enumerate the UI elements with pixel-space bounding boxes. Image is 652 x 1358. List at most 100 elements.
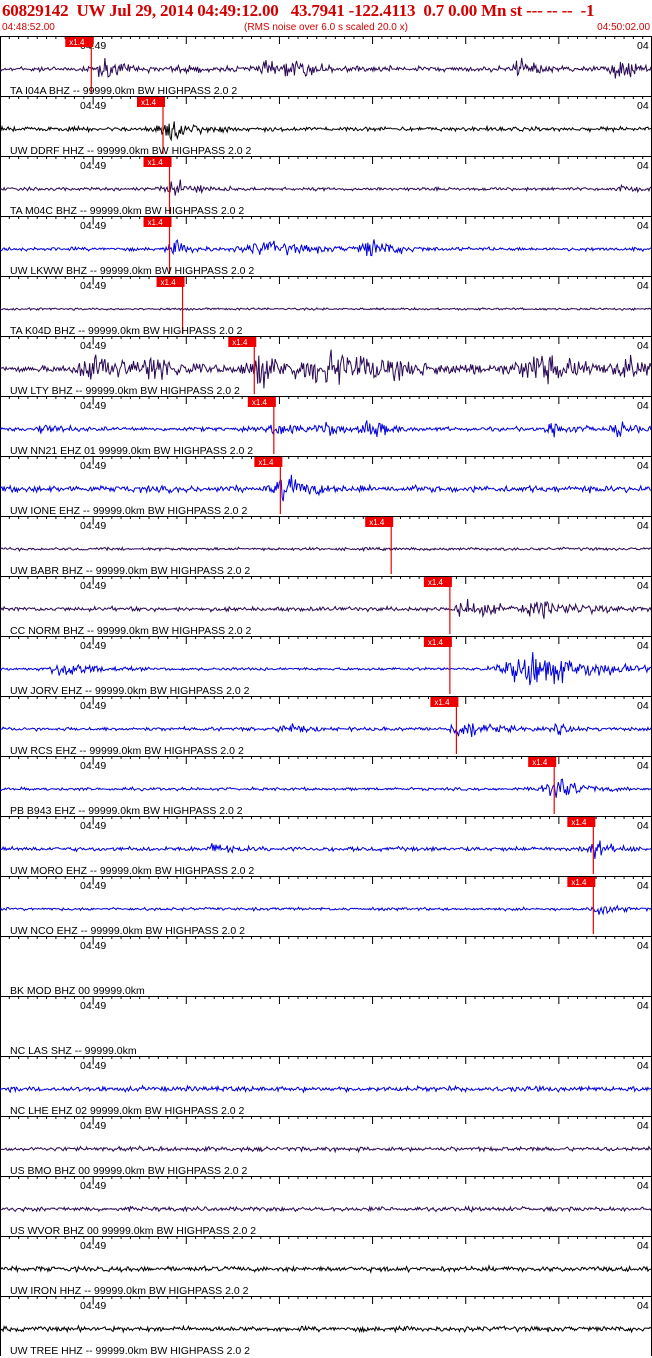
trace-panel: 04:49 04 x1.4 UW RCS EHZ -- 99999.0km BW HI… <box>0 696 652 757</box>
waveform <box>0 474 652 502</box>
tick-label: 04 <box>637 160 649 172</box>
trace-panel: 04:49 04 NC LAS SHZ -- 99999.0km <box>0 996 652 1057</box>
pick-label: x1.4 <box>69 38 85 47</box>
tick-label: 04:49 <box>80 520 106 532</box>
tick-label: 04 <box>637 1060 649 1072</box>
tick-label: 04:49 <box>80 1060 106 1072</box>
tick-label: 04 <box>637 280 649 292</box>
trace-panel: 04:49 04 UW TREE HHZ -- 99999.0km BW HIGHP… <box>0 1296 652 1357</box>
tick-label: 04:49 <box>80 1240 106 1252</box>
trace-panel: 04:49 04 x1.4 UW MORO EHZ -- 99999.0km BW H… <box>0 816 652 877</box>
station-label: TA M04C BHZ -- 99999.0km BW HIGHPASS 2.0… <box>10 205 244 217</box>
waveform <box>0 239 652 257</box>
station-label: UW IONE EHZ -- 99999.0km BW HIGHPASS 2.0… <box>10 505 247 517</box>
tick-label: 04:49 <box>80 820 106 832</box>
trace-panel: 04:49 04 x1.4 UW LKWW BHZ -- 99999.0km BW H… <box>0 216 652 277</box>
pick-label: x1.4 <box>148 158 164 167</box>
waveform <box>0 1205 652 1213</box>
pick-label: x1.4 <box>161 278 177 287</box>
station-label: UW NCO EHZ -- 99999.0km BW HIGHPASS 2.0 … <box>10 925 245 937</box>
waveform <box>0 306 652 312</box>
pick-label: x1.4 <box>532 758 548 767</box>
tick-label: 04 <box>637 340 649 352</box>
tick-label: 04:49 <box>80 700 106 712</box>
pick-label: x1.4 <box>428 578 444 587</box>
waveform <box>0 420 652 438</box>
station-label: PB B943 EHZ -- 99999.0km BW HIGHPASS 2.0… <box>10 805 243 817</box>
pick-label: x1.4 <box>571 878 587 887</box>
pick-label: x1.4 <box>141 98 157 107</box>
trace-panel: 04:4904x1.4TA I04A BHZ -- 99999.0km BW H… <box>0 36 652 97</box>
tick-label: 04 <box>637 1240 649 1252</box>
seismogram-plot: 04:4904x1.4TA I04A BHZ -- 99999.0km BW H… <box>0 36 652 1357</box>
waveform <box>0 546 652 552</box>
pick-label: x1.4 <box>232 338 248 347</box>
tick-label: 04 <box>637 820 649 832</box>
tick-label: 04 <box>637 700 649 712</box>
station-label: BK MOD BHZ 00 99999.0km <box>10 985 145 997</box>
tick-label: 04:49 <box>80 160 106 172</box>
waveform <box>0 778 652 798</box>
station-label: US BMO BHZ 00 99999.0km BW HIGHPASS 2.0 … <box>10 1165 247 1177</box>
tick-label: 04 <box>637 400 649 412</box>
trace-panel: 04:49 04 BK MOD BHZ 00 99999.0km <box>0 936 652 997</box>
station-label: UW BABR BHZ -- 99999.0km BW HIGHPASS 2.0… <box>10 565 250 577</box>
waveform <box>0 121 652 142</box>
tick-label: 04:49 <box>80 1300 106 1312</box>
station-label: UW LTY BHZ -- 99999.0km BW HIGHPASS 2.0 … <box>10 385 240 397</box>
record-header: 60829142 UW Jul 29, 2014 04:49:12.00 43.… <box>0 0 652 36</box>
trace-panel: 04:49 04 x1.4 UW JORV EHZ -- 99999.0km BW H… <box>0 636 652 697</box>
pick-label: x1.4 <box>428 638 444 647</box>
tick-label: 04:49 <box>80 1180 106 1192</box>
tick-label: 04 <box>637 1180 649 1192</box>
tick-label: 04 <box>637 580 649 592</box>
pick-label: x1.4 <box>252 398 268 407</box>
station-label: UW IRON HHZ -- 99999.0km BW HIGHPASS 2.0… <box>10 1285 249 1297</box>
station-label: UW MORO EHZ -- 99999.0km BW HIGHPASS 2.0… <box>10 865 254 877</box>
tick-label: 04 <box>637 520 649 532</box>
tick-label: 04:49 <box>80 460 106 472</box>
tick-label: 04 <box>637 760 649 772</box>
station-label: TA K04D BHZ -- 99999.0km BW HIGHPASS 2.0… <box>10 325 243 337</box>
tick-label: 04:49 <box>80 760 106 772</box>
trace-panel: 04:49 04 x1.4 TA K04D BHZ -- 99999.0km BW H… <box>0 276 652 337</box>
waveform <box>0 349 652 389</box>
trace-panel: 04:49 04 x1.4 PB B943 EHZ -- 99999.0km BW H… <box>0 756 652 817</box>
tick-label: 04 <box>637 100 649 112</box>
station-label: US WVOR BHZ 00 99999.0km BW HIGHPASS 2.0… <box>10 1225 256 1237</box>
trace-panel: 04:49 04 x1.4 TA M04C BHZ -- 99999.0km BW H… <box>0 156 652 217</box>
pick-label: x1.4 <box>148 218 164 227</box>
end-time: 04:50:02.00 <box>597 22 650 33</box>
tick-label: 04:49 <box>80 580 106 592</box>
station-label: NC LHE EHZ 02 99999.0km BW HIGHPASS 2.0 … <box>10 1105 245 1117</box>
tick-label: 04 <box>637 460 649 472</box>
station-label: UW NN21 EHZ 01 99999.0km BW HIGHPASS 2.0… <box>10 445 253 457</box>
waveform <box>0 904 652 916</box>
trace-panel: 04:49 04 UW IRON HHZ -- 99999.0km BW HIGHP… <box>0 1236 652 1297</box>
station-label: UW DDRF HHZ -- 99999.0km BW HIGHPASS 2.0… <box>10 145 252 157</box>
pick-label: x1.4 <box>258 458 274 467</box>
tick-label: 04:49 <box>80 280 106 292</box>
station-label: NC LAS SHZ -- 99999.0km <box>10 1045 137 1057</box>
tick-label: 04:49 <box>80 220 106 232</box>
waveform <box>0 57 652 79</box>
tick-label: 04 <box>637 40 649 52</box>
waveform <box>0 179 652 196</box>
tick-label: 04:49 <box>80 940 106 952</box>
station-label: UW JORV EHZ -- 99999.0km BW HIGHPASS 2.0… <box>10 685 250 697</box>
tick-label: 04:49 <box>80 340 106 352</box>
trace-panel: 04:49 04 NC LHE EHZ 02 99999.0km BW HIGHPA… <box>0 1056 652 1117</box>
tick-label: 04 <box>637 940 649 952</box>
tick-label: 04 <box>637 1120 649 1132</box>
pick-label: x1.4 <box>369 518 385 527</box>
trace-panel: 04:49 04 x1.4 UW NCO EHZ -- 99999.0km BW HI… <box>0 876 652 937</box>
waveform <box>0 1145 652 1154</box>
trace-panel: 04:49 04 x1.4 CC NORM BHZ -- 99999.0km BW H… <box>0 576 652 637</box>
tick-label: 04 <box>637 880 649 892</box>
station-label: UW RCS EHZ -- 99999.0km BW HIGHPASS 2.0 … <box>10 745 244 757</box>
waveform <box>0 1264 651 1274</box>
waveform <box>0 598 652 619</box>
station-label: UW TREE HHZ -- 99999.0km BW HIGHPASS 2.0… <box>10 1345 250 1357</box>
tick-label: 04 <box>637 1300 649 1312</box>
tick-label: 04:49 <box>80 1120 106 1132</box>
